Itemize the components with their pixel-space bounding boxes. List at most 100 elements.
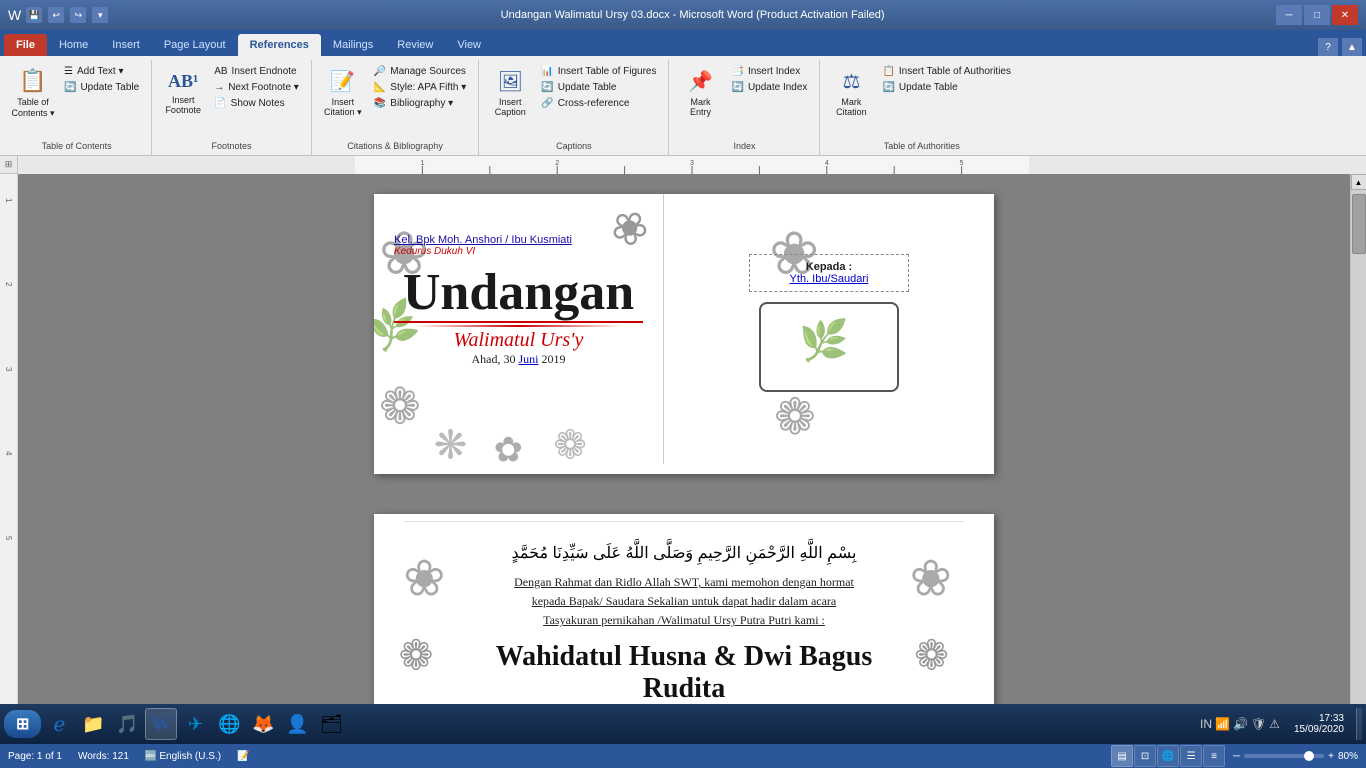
scroll-up-button[interactable]: ▲ <box>1351 174 1366 190</box>
draft-view-button[interactable]: ≡ <box>1203 745 1225 767</box>
scrollbar-thumb[interactable] <box>1352 194 1366 254</box>
caption-icon: 🖼 <box>498 69 523 94</box>
page1-content: ❀ 🌿 ❁ ❀ ❋ ✿ ❁ Kel. Bpk Mo <box>374 194 994 464</box>
print-layout-view-button[interactable]: ▤ <box>1111 745 1133 767</box>
bibliography-button[interactable]: 📚 Bibliography ▾ <box>370 96 470 111</box>
citations-group-label: Citations & Bibliography <box>312 141 478 151</box>
svg-text:4: 4 <box>825 160 829 167</box>
tab-review[interactable]: Review <box>385 34 445 56</box>
zoom-out-button[interactable]: ─ <box>1233 751 1240 762</box>
show-notes-icon: 📄 <box>214 98 226 109</box>
tab-page-layout[interactable]: Page Layout <box>152 34 238 56</box>
svg-text:❁: ❁ <box>379 379 421 435</box>
zoom-in-button[interactable]: + <box>1328 751 1334 762</box>
taskbar-firefox-button[interactable]: 🦊 <box>247 708 279 740</box>
taskbar-ie-button[interactable]: ℯ <box>43 708 75 740</box>
insert-citation-button[interactable]: 📝 InsertCitation ▾ <box>318 62 368 124</box>
show-desktop-button[interactable] <box>1356 708 1362 740</box>
taskbar-telegram-button[interactable]: ✈ <box>179 708 211 740</box>
taskbar-explorer-button[interactable]: 📁 <box>77 708 109 740</box>
ribbon-help-button[interactable]: ? <box>1318 38 1338 56</box>
outline-view-button[interactable]: ☰ <box>1180 745 1202 767</box>
add-text-icon: ☰ <box>64 66 73 77</box>
insert-endnote-button[interactable]: AB Insert Endnote <box>210 64 303 79</box>
undo-qat-button[interactable]: ↩ <box>48 7 64 23</box>
ribbon-group-authorities: ⚖ MarkCitation 📋 Insert Table of Authori… <box>820 60 1023 155</box>
full-screen-view-button[interactable]: ⊡ <box>1134 745 1156 767</box>
customize-qat-button[interactable]: ▾ <box>92 7 108 23</box>
manage-sources-button[interactable]: 🔎 Manage Sources <box>370 64 470 79</box>
status-bar: Page: 1 of 1 Words: 121 🔤 English (U.S.)… <box>0 744 1366 768</box>
update-table-authorities-button[interactable]: 🔄 Update Table <box>878 80 1015 95</box>
ribbon-group-toc: 📋 Table ofContents ▾ ☰ Add Text ▾ 🔄 Upda… <box>2 60 152 155</box>
restore-button[interactable]: □ <box>1304 5 1330 25</box>
time-display: 17:33 <box>1294 713 1344 724</box>
spelling-icon: 🔤 <box>145 751 157 762</box>
sender-name-text: Kel. Bpk Moh. Anshori / Ibu Kusmiati <box>394 234 643 246</box>
ribbon-tab-bar: File Home Insert Page Layout References … <box>0 30 1366 56</box>
footnote-icon: AB¹ <box>168 71 198 92</box>
macro-icon: 📝 <box>237 751 249 762</box>
cross-reference-button[interactable]: 🔗 Cross-reference <box>537 96 660 111</box>
insert-table-figures-button[interactable]: 📊 Insert Table of Figures <box>537 64 660 79</box>
close-button[interactable]: ✕ <box>1332 5 1358 25</box>
tab-insert[interactable]: Insert <box>100 34 152 56</box>
tab-home[interactable]: Home <box>47 34 100 56</box>
language-indicator: 🔤 English (U.S.) <box>145 751 221 762</box>
update-table-toc-button[interactable]: 🔄 Update Table <box>60 80 143 95</box>
ribbon-group-citations: 📝 InsertCitation ▾ 🔎 Manage Sources 📐 St… <box>312 60 479 155</box>
update-table-captions-button[interactable]: 🔄 Update Table <box>537 80 660 95</box>
start-button[interactable]: ⊞ <box>4 710 41 738</box>
ruler-corner[interactable]: ⊞ <box>0 156 18 174</box>
antivirus-icon: 🛡 <box>1251 717 1266 731</box>
word-count: Words: 121 <box>78 751 129 762</box>
style-dropdown[interactable]: 📐 Style: APA Fifth ▾ <box>370 80 470 95</box>
scrollbar-track[interactable] <box>1351 190 1366 728</box>
vertical-scrollbar[interactable]: ▲ ▼ <box>1350 174 1366 744</box>
svg-text:❁: ❁ <box>553 424 586 464</box>
tab-references[interactable]: References <box>238 34 321 56</box>
taskbar-chrome-button[interactable]: 🌐 <box>213 708 245 740</box>
zoom-slider[interactable] <box>1244 754 1324 758</box>
next-footnote-button[interactable]: → Undangan Next Footnote ▾ <box>210 80 303 95</box>
mark-citation-icon: ⚖ <box>842 69 860 94</box>
clock-display[interactable]: 17:33 15/09/2020 <box>1288 713 1350 735</box>
svg-text:✿: ✿ <box>494 431 523 464</box>
input-lang-indicator[interactable]: IN <box>1200 717 1212 731</box>
word-logo-icon: W <box>8 7 21 23</box>
show-notes-button[interactable]: 📄 Show Notes <box>210 96 303 111</box>
add-text-button[interactable]: ☰ Add Text ▾ <box>60 64 143 79</box>
tab-view[interactable]: View <box>445 34 493 56</box>
redo-qat-button[interactable]: ↪ <box>70 7 86 23</box>
ribbon-minimize-button[interactable]: ▲ <box>1342 38 1362 56</box>
mark-entry-button[interactable]: 📌 MarkEntry <box>675 62 725 124</box>
mark-citation-button[interactable]: ⚖ MarkCitation <box>826 62 876 124</box>
document-area[interactable]: ❀ 🌿 ❁ ❀ ❋ ✿ ❁ Kel. Bpk Mo <box>18 174 1350 744</box>
insert-footnote-button[interactable]: AB¹ InsertFootnote <box>158 62 208 124</box>
web-layout-view-button[interactable]: 🌐 <box>1157 745 1179 767</box>
ruler-area: ⊞ 1 2 3 4 5 <box>0 156 1366 174</box>
windows-logo-icon: ⊞ <box>16 714 29 734</box>
taskbar-media-button[interactable]: 🎵 <box>111 708 143 740</box>
footnotes-group-label: Footnotes <box>152 141 311 151</box>
firefox-icon: 🦊 <box>252 714 274 735</box>
insert-table-authorities-button[interactable]: 📋 Insert Table of Authorities <box>878 64 1015 79</box>
tab-mailings[interactable]: Mailings <box>321 34 385 56</box>
status-bar-right: ▤ ⊡ 🌐 ☰ ≡ ─ + 80% <box>1111 745 1358 767</box>
taskbar-folder2-button[interactable]: 🗂 <box>315 708 347 740</box>
body-text-2: kepada Bapak/ Saudara Sekalian untuk dap… <box>464 592 904 611</box>
table-of-contents-button[interactable]: 📋 Table ofContents ▾ <box>8 62 58 124</box>
update-index-button[interactable]: 🔄 Update Index <box>727 80 811 95</box>
insert-index-button[interactable]: 📑 Insert Index <box>727 64 811 79</box>
update-table-captions-icon: 🔄 <box>541 82 553 93</box>
ie-icon: ℯ <box>53 712 65 737</box>
next-footnote-icon: → <box>214 82 224 93</box>
page-break-gap <box>78 494 1290 514</box>
tab-file[interactable]: File <box>4 34 47 56</box>
save-qat-button[interactable]: 💾 <box>26 7 42 23</box>
insert-caption-button[interactable]: 🖼 InsertCaption <box>485 62 535 124</box>
taskbar-word-button[interactable]: W <box>145 708 177 740</box>
taskbar-app-button[interactable]: 👤 <box>281 708 313 740</box>
minimize-button[interactable]: ─ <box>1276 5 1302 25</box>
media-icon: 🎵 <box>116 714 138 735</box>
